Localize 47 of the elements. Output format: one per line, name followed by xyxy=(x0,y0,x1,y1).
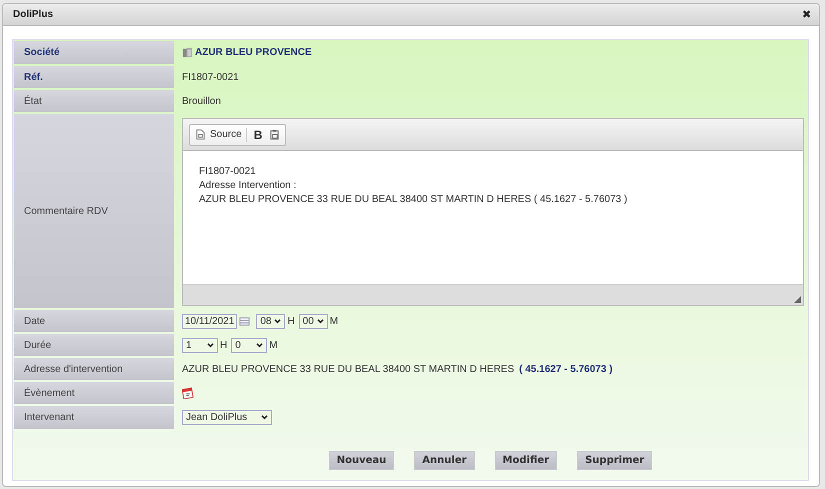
editor-text-line: Adresse Intervention : xyxy=(199,179,298,193)
minute-select[interactable]: 0 xyxy=(231,338,268,352)
resize-grip-icon[interactable] xyxy=(794,296,801,303)
bold-button[interactable]: B xyxy=(250,128,266,142)
field-label: Adresse d'intervention xyxy=(14,358,174,380)
editor-text-line: FI1807-0021 xyxy=(199,165,257,179)
field-label: Société xyxy=(14,41,174,64)
chevron-down-icon xyxy=(207,342,214,348)
action-button[interactable]: Nouveau xyxy=(328,451,394,470)
field-label: Réf. xyxy=(14,66,174,88)
company-link[interactable]: AZUR BLEU PROVENCE xyxy=(195,47,312,58)
field-label: État xyxy=(14,90,174,112)
calendar-icon[interactable] xyxy=(239,316,250,326)
unit-label: H xyxy=(220,340,228,350)
field-label: Commentaire RDV xyxy=(14,114,174,308)
document-icon[interactable] xyxy=(195,129,206,140)
chevron-down-icon xyxy=(274,318,282,324)
field-label: Intervenant xyxy=(14,406,174,429)
calendar-icon[interactable] xyxy=(182,387,194,399)
chevron-down-icon xyxy=(261,415,268,420)
hour-select[interactable]: 1 xyxy=(182,338,218,352)
buildings-icon xyxy=(182,47,193,58)
field-label: Date xyxy=(14,310,174,332)
action-button[interactable]: Supprimer xyxy=(577,451,652,470)
chevron-down-icon xyxy=(316,318,324,324)
chevron-down-icon xyxy=(256,342,264,348)
rich-text-editor[interactable]: Source B FI1807-0021 Adresse Intervention : AZUR BLEU PROVENCE 33 RUE DU BEAL 38400 ST MARTIN D HERES ( 45.1627 - 5.76073 ) xyxy=(182,118,804,306)
source-button[interactable]: Source xyxy=(210,129,242,140)
clipboard-icon[interactable] xyxy=(269,129,280,140)
unit-label: H xyxy=(287,316,295,326)
action-button[interactable]: Annuler xyxy=(414,451,475,470)
person-select[interactable]: Jean DoliPlus xyxy=(182,410,272,425)
address-text: AZUR BLEU PROVENCE 33 RUE DU BEAL 38400 ST MARTIN D HERES xyxy=(182,364,514,374)
window-title: DoliPlus xyxy=(13,9,54,20)
minute-select[interactable]: 00 xyxy=(298,314,328,328)
hour-select[interactable]: 08 xyxy=(256,314,286,328)
field-label: Durée xyxy=(14,334,174,356)
coordinates-link[interactable]: ( 45.1627 - 5.76073 ) xyxy=(519,364,613,374)
unit-label: M xyxy=(330,316,338,326)
date-field[interactable]: 10/11/2021 xyxy=(182,314,238,328)
field-label: Évènement xyxy=(14,382,174,404)
unit-label: M xyxy=(269,340,278,350)
field-value: FI1807-0021 xyxy=(182,72,239,82)
close-button[interactable]: ✖ xyxy=(802,8,811,21)
editor-text-line: AZUR BLEU PROVENCE 33 RUE DU BEAL 38400 ST MARTIN D HERES ( 45.1627 - 5.76073 ) xyxy=(199,193,628,207)
field-value: Brouillon xyxy=(182,96,221,106)
action-button[interactable]: Modifier xyxy=(494,451,558,470)
